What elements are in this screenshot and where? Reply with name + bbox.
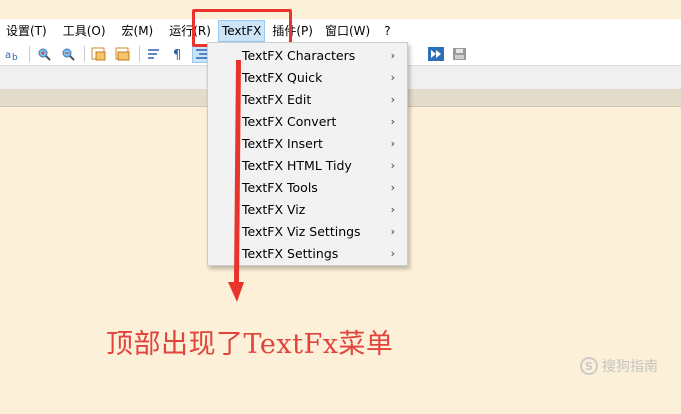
menu-window[interactable]: 窗口(W) [322, 20, 373, 42]
menu-settings[interactable]: 设置(T) [3, 20, 50, 42]
svg-text:b: b [12, 53, 18, 61]
svg-text:¶: ¶ [173, 48, 181, 61]
zoom-out-icon[interactable] [59, 46, 77, 62]
menu-item-label: TextFX Quick [242, 70, 323, 85]
chevron-right-icon: › [390, 71, 395, 84]
menu-bar: 设置(T) 工具(O) 宏(M) 运行(R) TextFX 插件(P) 窗口(W… [0, 19, 681, 43]
chevron-right-icon: › [390, 137, 395, 150]
toolbar-separator [29, 46, 30, 62]
toolbar-separator [139, 46, 140, 62]
wrap-icon[interactable] [145, 46, 163, 62]
macro-save-icon[interactable] [451, 46, 469, 62]
chevron-right-icon: › [390, 115, 395, 128]
menu-item-label: TextFX Viz Settings [242, 224, 361, 239]
menu-item-label: TextFX Settings [242, 246, 339, 261]
menu-item-label: TextFX Edit [242, 92, 312, 107]
chevron-right-icon: › [390, 247, 395, 260]
menu-item-label: TextFX Convert [242, 114, 337, 129]
menu-macro[interactable]: 宏(M) [119, 20, 157, 42]
watermark-logo-icon: S [580, 357, 598, 375]
menu-tools[interactable]: 工具(O) [60, 20, 109, 42]
watermark: S 搜狗指南 [580, 356, 658, 376]
menu-item-label: TextFX Characters [242, 48, 356, 63]
pilcrow-icon[interactable]: ¶ [169, 46, 187, 62]
chevron-right-icon: › [390, 159, 395, 172]
menu-help[interactable]: ? [381, 20, 393, 42]
svg-text:a: a [5, 50, 11, 61]
annotation-caption: 顶部出现了TextFx菜单 [106, 329, 394, 360]
chevron-right-icon: › [390, 93, 395, 106]
sync-icon[interactable]: ab [4, 46, 22, 62]
chevron-right-icon: › [390, 49, 395, 62]
zoom-in-icon[interactable] [35, 46, 53, 62]
macro-play-icon[interactable] [427, 46, 445, 62]
annotation-arrow-icon [228, 60, 244, 302]
watermark-text: 搜狗指南 [602, 359, 658, 375]
chevron-right-icon: › [390, 181, 395, 194]
chevron-right-icon: › [390, 225, 395, 238]
window-alt-icon[interactable] [114, 46, 132, 62]
chevron-right-icon: › [390, 203, 395, 216]
window-icon[interactable] [90, 46, 108, 62]
menu-item-label: TextFX HTML Tidy [242, 158, 352, 173]
menu-item-label: TextFX Insert [242, 136, 323, 151]
toolbar-separator [84, 46, 85, 62]
menu-item-label: TextFX Tools [242, 180, 318, 195]
